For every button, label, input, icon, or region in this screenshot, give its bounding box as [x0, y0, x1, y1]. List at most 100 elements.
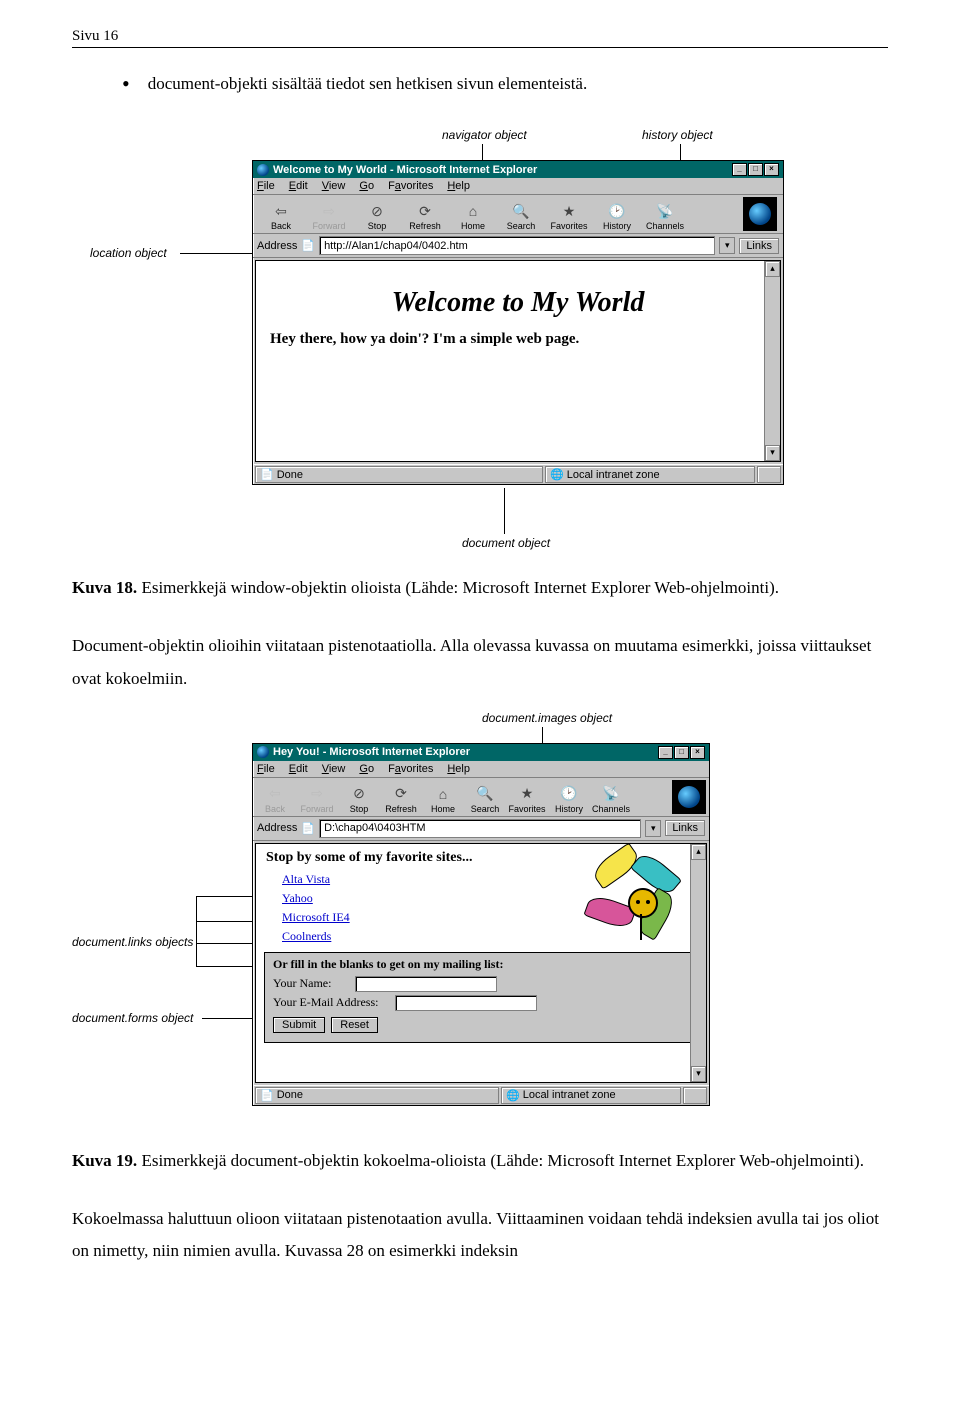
scroll-up-icon[interactable]: ▴ [765, 261, 780, 277]
tb-refresh[interactable]: ⟳Refresh [403, 202, 447, 231]
ann-line [196, 966, 260, 967]
tb-history[interactable]: 🕑History [595, 202, 639, 231]
forward-icon: ⇨ [318, 202, 340, 220]
name-label: Your Name: [273, 976, 351, 991]
links-button[interactable]: Links [739, 238, 779, 254]
menu-help[interactable]: Help [447, 180, 470, 192]
caption-19-label: Kuva 19. [72, 1151, 137, 1170]
resize-grip[interactable] [683, 1087, 707, 1104]
name-input[interactable] [355, 976, 497, 992]
menu-go[interactable]: Go [359, 763, 374, 775]
tb-home[interactable]: ⌂Home [424, 785, 462, 814]
tb-search[interactable]: 🔍Search [499, 202, 543, 231]
pinwheel-image [588, 854, 678, 934]
titlebar[interactable]: Hey You! - Microsoft Internet Explorer _… [253, 744, 709, 761]
form-header: Or fill in the blanks to get on my maili… [273, 957, 689, 972]
history-icon: 🕑 [606, 202, 628, 220]
addr-dropdown[interactable]: ▾ [645, 820, 661, 837]
resize-grip[interactable] [757, 466, 781, 483]
caption-18-text: Esimerkkejä window-objektin olioista (Lä… [137, 578, 779, 597]
email-input[interactable] [395, 995, 537, 1011]
back-icon: ⇦ [270, 202, 292, 220]
tb-favorites[interactable]: ★Favorites [508, 785, 546, 814]
page-icon: 📄 [260, 468, 274, 481]
tb-back[interactable]: ⇦Back [256, 785, 294, 814]
scroll-down-icon[interactable]: ▾ [691, 1066, 706, 1082]
address-bar: Address 📄 D:\chap04\0403HTM ▾ Links [253, 817, 709, 841]
address-input[interactable]: D:\chap04\0403HTM [319, 819, 641, 838]
scroll-down-icon[interactable]: ▾ [765, 445, 780, 461]
ie-logo [672, 780, 706, 814]
paragraph-mid: Document-objektin olioihin viitataan pis… [72, 630, 888, 695]
ann-links: document.links objects [72, 935, 193, 949]
tb-search[interactable]: 🔍Search [466, 785, 504, 814]
tb-back[interactable]: ⇦Back [259, 202, 303, 231]
tb-forward[interactable]: ⇨Forward [298, 785, 336, 814]
tb-home[interactable]: ⌂Home [451, 202, 495, 231]
caption-18: Kuva 18. Esimerkkejä window-objektin oli… [72, 572, 888, 604]
caption-19-text: Esimerkkejä document-objektin kokoelma-o… [137, 1151, 864, 1170]
maximize-button[interactable]: □ [674, 746, 689, 759]
scroll-up-icon[interactable]: ▴ [691, 844, 706, 860]
addr-label: Address [257, 240, 297, 252]
tb-history[interactable]: 🕑History [550, 785, 588, 814]
scrollbar[interactable]: ▴ ▾ [764, 261, 780, 461]
bullet-text: document-objekti sisältää tiedot sen het… [148, 74, 588, 94]
tb-stop[interactable]: ⊘Stop [340, 785, 378, 814]
tb-refresh[interactable]: ⟳Refresh [382, 785, 420, 814]
address-input[interactable]: http://Alan1/chap04/0402.htm [319, 236, 715, 255]
star-icon: ★ [558, 202, 580, 220]
addr-label: Address [257, 822, 297, 834]
minimize-button[interactable]: _ [658, 746, 673, 759]
scrollbar[interactable]: ▴ ▾ [690, 844, 706, 1082]
titlebar[interactable]: Welcome to My World - Microsoft Internet… [253, 161, 783, 178]
ie-window: Welcome to My World - Microsoft Internet… [252, 160, 784, 485]
tb-favorites[interactable]: ★Favorites [547, 202, 591, 231]
history-icon: 🕑 [558, 785, 580, 803]
figure-19: document.images object document.links ob… [72, 711, 888, 1131]
ann-document: document object [462, 536, 550, 550]
menu-view[interactable]: View [322, 763, 346, 775]
close-button[interactable]: × [690, 746, 705, 759]
submit-button[interactable]: Submit [273, 1017, 325, 1033]
stop-icon: ⊘ [348, 785, 370, 803]
tb-channels[interactable]: 📡Channels [643, 202, 687, 231]
menu-view[interactable]: View [322, 180, 346, 192]
ann-history: history object [642, 128, 713, 142]
menu-help[interactable]: Help [447, 763, 470, 775]
content-area: Welcome to My World Hey there, how ya do… [255, 260, 781, 462]
addr-dropdown[interactable]: ▾ [719, 237, 735, 254]
tb-channels[interactable]: 📡Channels [592, 785, 630, 814]
status-zone: 🌐 Local intranet zone [545, 466, 755, 483]
ann-line [504, 488, 505, 534]
ie-window: Hey You! - Microsoft Internet Explorer _… [252, 743, 710, 1106]
tb-forward[interactable]: ⇨Forward [307, 202, 351, 231]
title-text: Hey You! - Microsoft Internet Explorer [273, 746, 470, 758]
status-done: 📄 Done [255, 466, 543, 483]
menu-edit[interactable]: Edit [289, 180, 308, 192]
menu-bar: File Edit View Go Favorites Help [253, 178, 783, 195]
links-button[interactable]: Links [665, 820, 705, 836]
menu-file[interactable]: File [257, 763, 275, 775]
close-button[interactable]: × [764, 163, 779, 176]
ann-forms: document.forms object [72, 1011, 193, 1025]
channels-icon: 📡 [600, 785, 622, 803]
menu-go[interactable]: Go [359, 180, 374, 192]
page-heading: Welcome to My World [256, 287, 780, 319]
ann-line [196, 896, 197, 966]
bullet-item: • document-objekti sisältää tiedot sen h… [122, 74, 888, 94]
menu-edit[interactable]: Edit [289, 763, 308, 775]
ann-line [196, 943, 260, 944]
email-label: Your E-Mail Address: [273, 995, 391, 1010]
reset-button[interactable]: Reset [331, 1017, 378, 1033]
menu-favorites[interactable]: Favorites [388, 763, 433, 775]
tb-stop[interactable]: ⊘Stop [355, 202, 399, 231]
minimize-button[interactable]: _ [732, 163, 747, 176]
status-zone: 🌐 Local intranet zone [501, 1087, 681, 1104]
maximize-button[interactable]: □ [748, 163, 763, 176]
address-bar: Address 📄 http://Alan1/chap04/0402.htm ▾… [253, 234, 783, 258]
ann-location: location object [90, 246, 167, 260]
menu-favorites[interactable]: Favorites [388, 180, 433, 192]
toolbar: ⇦Back ⇨Forward ⊘Stop ⟳Refresh ⌂Home 🔍Sea… [253, 778, 709, 817]
menu-file[interactable]: File [257, 180, 275, 192]
